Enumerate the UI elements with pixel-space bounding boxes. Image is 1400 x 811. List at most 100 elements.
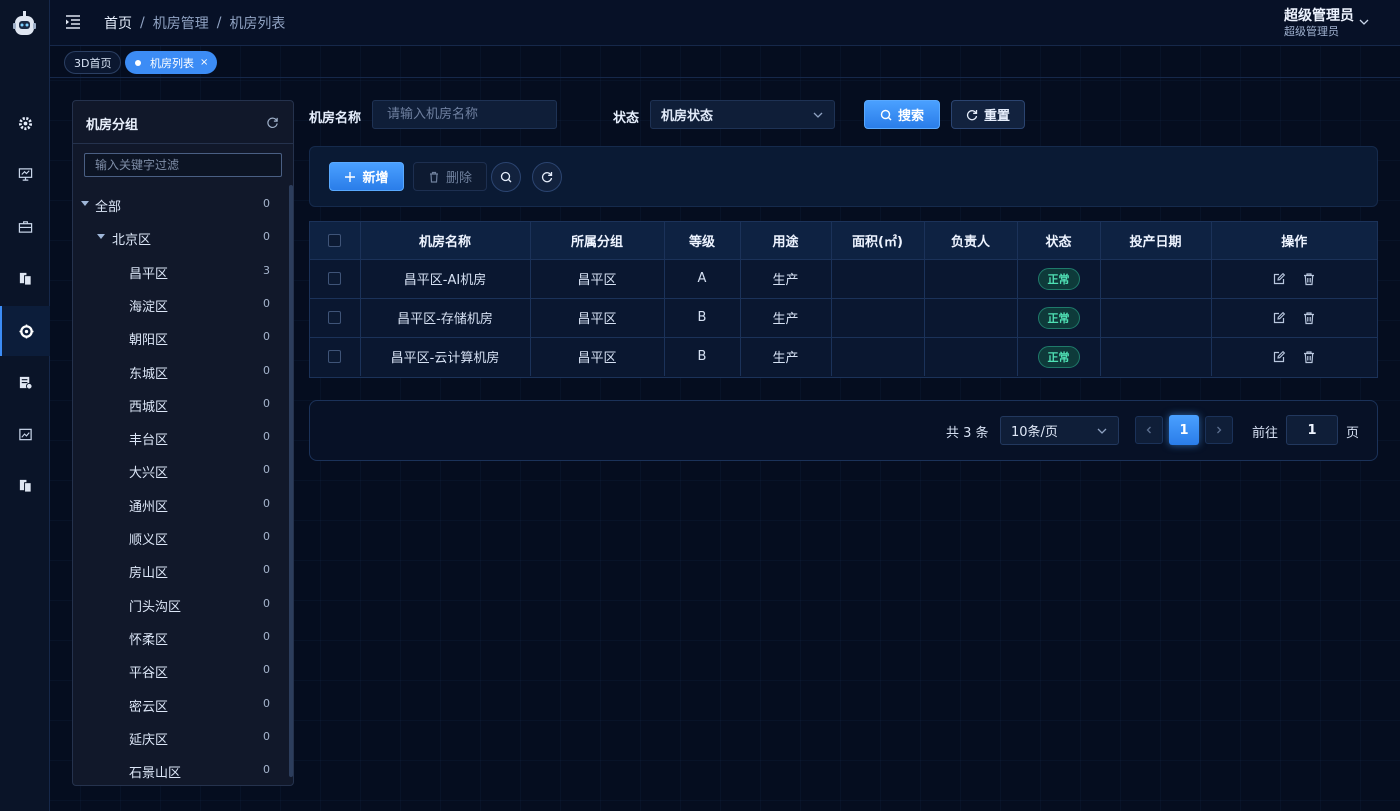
search-icon — [500, 171, 512, 183]
close-icon[interactable]: × — [200, 57, 208, 68]
refresh-table-button[interactable] — [532, 162, 562, 192]
tree-node[interactable]: 朝阳区 0 — [73, 323, 283, 353]
table-row[interactable]: 昌平区-AI机房 昌平区 A 生产 正常 — [310, 259, 1377, 299]
tree-node-label: 门头沟区 — [129, 599, 182, 615]
breadcrumb-home[interactable]: 首页 — [104, 13, 132, 33]
tree-node[interactable]: 延庆区 0 — [73, 723, 283, 753]
delete-icon[interactable] — [1302, 311, 1316, 325]
delete-icon[interactable] — [1302, 350, 1316, 364]
tree-node-count: 3 — [263, 263, 270, 277]
tree-node[interactable]: 通州区 0 — [73, 490, 283, 520]
reset-button[interactable]: 重置 — [951, 100, 1025, 129]
goto-page-input[interactable] — [1286, 415, 1338, 445]
tree-node-label: 北京区 — [112, 233, 152, 249]
cell-level: A — [664, 259, 741, 299]
row-checkbox[interactable] — [328, 350, 342, 364]
refresh-icon[interactable] — [266, 116, 279, 129]
rail-monitor-icon[interactable] — [0, 149, 50, 199]
tree-node-label: 顺义区 — [129, 533, 169, 548]
table-header-row: 机房名称 所属分组 等级 用途 面积(㎡) 负责人 状态 投产日期 操作 — [310, 222, 1377, 260]
tree-node[interactable]: 全部 0 — [73, 190, 283, 220]
tab-3d-home[interactable]: 3D首页 — [64, 51, 122, 74]
rail-gear-icon[interactable] — [0, 98, 50, 148]
reset-button-label: 重置 — [983, 109, 1010, 124]
tree-filter-input[interactable] — [84, 153, 282, 177]
row-checkbox[interactable] — [328, 311, 342, 324]
breadcrumb-room-management[interactable]: 机房管理 — [153, 13, 209, 33]
search-button[interactable]: 搜索 — [864, 100, 940, 129]
room-name-input[interactable] — [372, 100, 557, 129]
table-row[interactable]: 昌平区-云计算机房 昌平区 B 生产 正常 — [310, 337, 1377, 376]
status-label: 状态 — [613, 111, 640, 126]
tree-node[interactable]: 顺义区 0 — [73, 523, 283, 553]
delete-icon[interactable] — [1302, 272, 1316, 286]
refresh-icon — [966, 109, 978, 120]
rail-target-icon[interactable] — [0, 306, 50, 356]
column-header: 用途 — [740, 222, 832, 260]
tree-node[interactable]: 北京区 0 — [73, 223, 283, 253]
tree-node[interactable]: 房山区 0 — [73, 556, 283, 586]
chevron-left-icon — [1146, 426, 1151, 434]
tree-node[interactable]: 昌平区 3 — [73, 257, 283, 287]
cell-status: 正常 — [1017, 298, 1101, 338]
edit-icon[interactable] — [1272, 272, 1286, 286]
tree-node-label: 朝阳区 — [129, 333, 169, 349]
tree-node[interactable]: 怀柔区 0 — [73, 623, 283, 653]
edit-icon[interactable] — [1272, 311, 1286, 325]
menu-fold-icon[interactable] — [64, 13, 82, 31]
cell-owner — [924, 298, 1018, 338]
caret-down-icon[interactable] — [97, 234, 105, 240]
rail-image-icon[interactable] — [0, 409, 50, 459]
table-row[interactable]: 昌平区-存储机房 昌平区 B 生产 正常 — [310, 298, 1377, 338]
row-checkbox[interactable] — [328, 272, 342, 285]
next-page-button[interactable] — [1205, 416, 1233, 444]
chevron-down-icon[interactable] — [1358, 16, 1370, 28]
rail-server-doc-icon[interactable] — [0, 357, 50, 407]
tree-node[interactable]: 门头沟区 0 — [73, 590, 283, 620]
rail-documents-icon[interactable] — [0, 253, 50, 303]
tree-node[interactable]: 东城区 0 — [73, 357, 283, 387]
tree-node-label: 房山区 — [129, 566, 169, 582]
add-button[interactable]: 新增 — [329, 162, 404, 191]
tree-node[interactable]: 密云区 0 — [73, 690, 283, 720]
tree-node[interactable]: 大兴区 0 — [73, 456, 283, 486]
tree-scrollbar[interactable] — [289, 185, 293, 777]
cell-group: 昌平区 — [530, 259, 665, 299]
tree-node[interactable]: 海淀区 0 — [73, 290, 283, 320]
chevron-right-icon — [1217, 426, 1222, 434]
tab-room-list[interactable]: 机房列表 × — [125, 51, 218, 74]
cell-actions — [1211, 298, 1377, 338]
goto-label: 前往 — [1252, 426, 1279, 441]
row-select-cell — [310, 298, 361, 338]
cell-area — [831, 259, 925, 299]
page-size-select[interactable]: 10条/页 — [1000, 416, 1119, 445]
prev-page-button[interactable] — [1135, 416, 1163, 444]
tree-node[interactable]: 西城区 0 — [73, 390, 283, 420]
delete-button[interactable]: 删除 — [413, 162, 487, 191]
toggle-search-button[interactable] — [491, 162, 521, 192]
edit-icon[interactable] — [1272, 350, 1286, 364]
breadcrumb-separator: / — [216, 15, 222, 31]
tree-node-count: 0 — [263, 629, 270, 643]
select-all-checkbox[interactable] — [328, 233, 342, 247]
refresh-icon — [541, 172, 553, 183]
tree-divider — [73, 143, 293, 144]
select-all-cell — [310, 222, 361, 260]
robot-logo-icon — [13, 11, 36, 35]
tree-node[interactable]: 平谷区 0 — [73, 656, 283, 686]
page-unit-label: 页 — [1346, 426, 1360, 441]
cell-group: 昌平区 — [530, 298, 665, 338]
tree-node[interactable]: 石景山区 0 — [73, 756, 283, 786]
tree-node-label: 通州区 — [129, 499, 169, 515]
cell-usage: 生产 — [740, 259, 832, 299]
tree-node-count: 0 — [263, 763, 270, 777]
rail-copy-icon[interactable] — [0, 460, 50, 510]
caret-down-icon[interactable] — [81, 201, 89, 206]
rail-toolbox-icon[interactable] — [0, 201, 50, 251]
page-button-current[interactable]: 1 — [1169, 415, 1199, 445]
row-select-cell — [310, 259, 361, 299]
active-dot-icon — [135, 59, 141, 66]
tab-bar — [50, 46, 1400, 78]
status-select[interactable]: 机房状态 — [650, 100, 835, 129]
tree-node[interactable]: 丰台区 0 — [73, 423, 283, 453]
